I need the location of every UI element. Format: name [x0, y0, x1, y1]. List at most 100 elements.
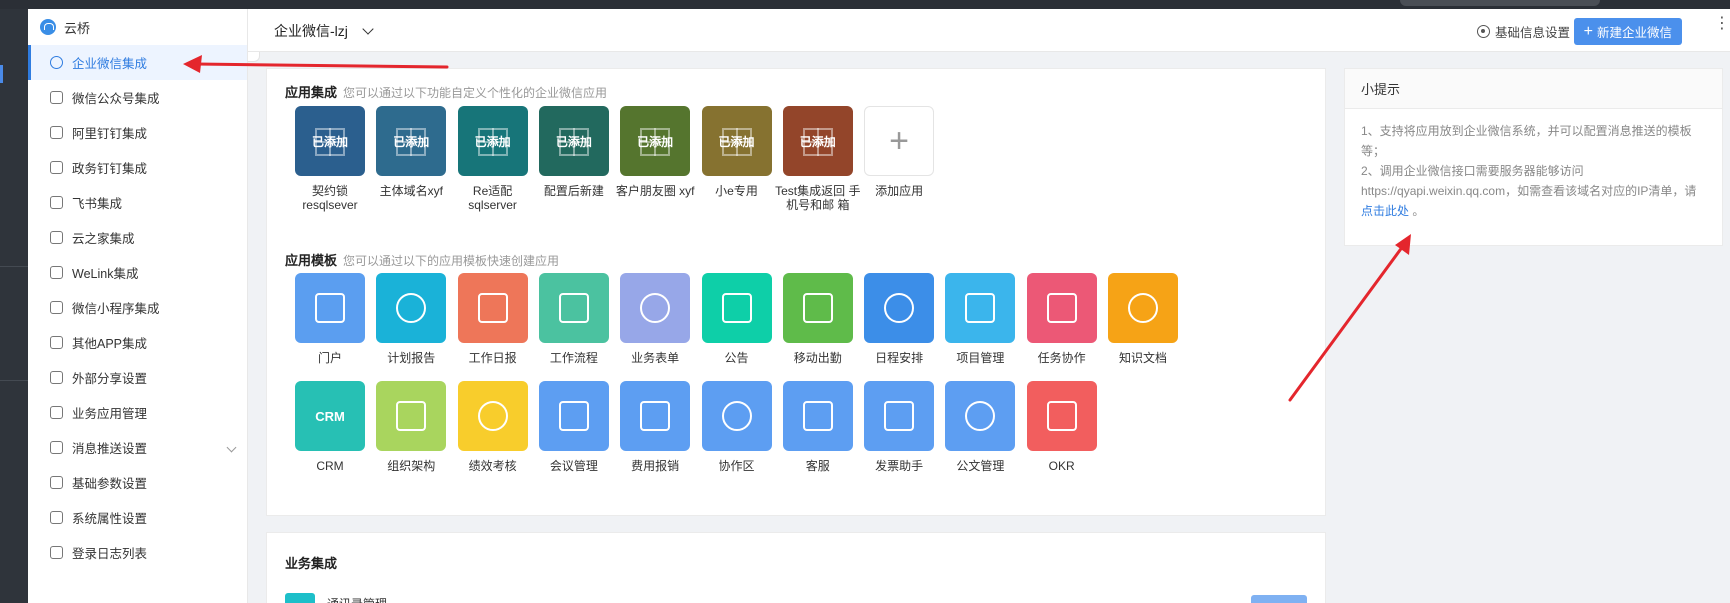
app-label: Test集成返回 手机号和邮 箱	[775, 184, 861, 212]
template-tile[interactable]	[538, 273, 609, 343]
top-strip-bump	[1400, 0, 1600, 6]
menu-item-icon	[50, 196, 63, 209]
tenant-selector[interactable]: 企业微信-lzj	[274, 21, 374, 41]
chevron-down-icon	[226, 442, 237, 453]
template-tile[interactable]	[376, 381, 447, 451]
template-tile[interactable]	[701, 381, 772, 451]
template-app[interactable]: 会议管理	[529, 381, 619, 473]
template-icon	[721, 293, 752, 323]
template-tile[interactable]	[1026, 381, 1097, 451]
template-app[interactable]: 任务协作	[1017, 273, 1107, 365]
template-tile[interactable]	[864, 381, 935, 451]
click-here-link[interactable]: 点击此处	[1361, 204, 1409, 218]
more-vertical-icon[interactable]: ⋮	[1714, 16, 1730, 32]
sidebar-item[interactable]: 其他APP集成	[28, 325, 247, 360]
template-app[interactable]: 组织架构	[366, 381, 456, 473]
integrated-app[interactable]: 已添加 客户朋友圈 xyf	[610, 106, 700, 198]
template-tile[interactable]	[1108, 273, 1178, 343]
template-tile[interactable]	[295, 273, 365, 343]
template-app[interactable]: 客服	[773, 381, 863, 473]
sidebar-item[interactable]: 政务钉钉集成	[28, 150, 247, 185]
template-tile[interactable]	[620, 381, 691, 451]
app-tile[interactable]: 已添加	[457, 106, 528, 176]
template-label: 组织架构	[387, 459, 436, 473]
contacts-management-row[interactable]: 通讯录管理	[285, 593, 387, 603]
sidebar-item[interactable]: 基础参数设置	[28, 465, 247, 500]
template-app[interactable]: 工作流程	[529, 273, 619, 365]
template-tile[interactable]	[945, 381, 1016, 451]
sidebar-item[interactable]: 云之家集成	[28, 220, 247, 255]
template-app[interactable]: 知识文档	[1098, 273, 1188, 365]
template-label: 费用报销	[631, 459, 680, 473]
add-app-item[interactable]: + 添加应用	[854, 106, 944, 198]
app-tile[interactable]: 已添加	[295, 106, 365, 176]
template-tile[interactable]: CRM	[295, 381, 365, 451]
integrated-app[interactable]: 已添加 Re适配 sqlserver	[448, 106, 538, 212]
template-tile[interactable]	[457, 273, 528, 343]
rail-active-mark	[0, 65, 3, 83]
template-app[interactable]: 绩效考核	[448, 381, 538, 473]
sidebar-item[interactable]: 微信小程序集成	[28, 290, 247, 325]
integrated-app[interactable]: 已添加 主体域名xyf	[366, 106, 456, 198]
template-app[interactable]: OKR	[1017, 381, 1107, 473]
integrated-app[interactable]: 已添加 契约锁 resqlsever	[285, 106, 375, 212]
contacts-icon	[285, 593, 315, 603]
template-app[interactable]: 日程安排	[854, 273, 944, 365]
sidebar-item[interactable]: 企业微信集成	[28, 45, 247, 80]
sidebar-item[interactable]: 系统属性设置	[28, 500, 247, 535]
template-label: 公文管理	[956, 459, 1005, 473]
template-tile[interactable]	[620, 273, 691, 343]
template-app[interactable]: 费用报销	[610, 381, 700, 473]
app-tile[interactable]: 已添加	[620, 106, 691, 176]
template-app[interactable]: 移动出勤	[773, 273, 863, 365]
template-app[interactable]: CRM CRM	[285, 381, 375, 473]
sidebar-item[interactable]: 阿里钉钉集成	[28, 115, 247, 150]
add-app-button[interactable]: +	[864, 106, 935, 176]
template-tile[interactable]	[701, 273, 772, 343]
app-tile[interactable]: 已添加	[782, 106, 853, 176]
menu-item-icon	[50, 511, 63, 524]
template-app[interactable]: 项目管理	[935, 273, 1025, 365]
contacts-action-button[interactable]	[1251, 595, 1307, 603]
sidebar-item[interactable]: 微信公众号集成	[28, 80, 247, 115]
template-app[interactable]: 发票助手	[854, 381, 944, 473]
sidebar-item-label: 云之家集成	[72, 232, 135, 246]
template-app[interactable]: 工作日报	[448, 273, 538, 365]
sidebar-item[interactable]: WeLink集成	[28, 255, 247, 290]
template-icon	[396, 401, 427, 431]
app-tile[interactable]: 已添加	[376, 106, 447, 176]
template-app[interactable]: 协作区	[692, 381, 782, 473]
template-tile[interactable]	[782, 381, 853, 451]
sidebar-item-label: 登录日志列表	[72, 547, 148, 561]
sidebar-item[interactable]: 业务应用管理	[28, 395, 247, 430]
brand[interactable]: 云桥	[28, 9, 247, 45]
template-tile[interactable]	[457, 381, 528, 451]
template-tile[interactable]	[782, 273, 853, 343]
new-wecom-button[interactable]: + 新建企业微信	[1573, 18, 1682, 45]
app-tile[interactable]: 已添加	[538, 106, 609, 176]
integrated-app[interactable]: 已添加 配置后新建	[529, 106, 619, 198]
sidebar-item[interactable]: 飞书集成	[28, 185, 247, 220]
template-app[interactable]: 公文管理	[935, 381, 1025, 473]
sidebar-item[interactable]: 登录日志列表	[28, 535, 247, 570]
template-tile[interactable]	[1026, 273, 1097, 343]
integrated-app[interactable]: 已添加 小e专用	[692, 106, 782, 198]
template-tile[interactable]	[945, 273, 1016, 343]
template-tile[interactable]	[376, 273, 447, 343]
template-app[interactable]: 门户	[285, 273, 375, 365]
template-tile[interactable]	[864, 273, 935, 343]
tip-line-2-text: 2、调用企业微信接口需要服务器能够访问 https://qyapi.weixin…	[1361, 164, 1697, 198]
template-app[interactable]: 计划报告	[366, 273, 456, 365]
sidebar-item[interactable]: 消息推送设置	[28, 430, 247, 465]
menu-item-icon	[50, 441, 63, 454]
app-tile[interactable]: 已添加	[701, 106, 772, 176]
template-label: 计划报告	[387, 351, 436, 365]
template-app[interactable]: 业务表单	[610, 273, 700, 365]
template-label: 日程安排	[875, 351, 924, 365]
template-app[interactable]: 公告	[692, 273, 782, 365]
sidebar-item[interactable]: 外部分享设置	[28, 360, 247, 395]
integrated-app[interactable]: 已添加 Test集成返回 手机号和邮 箱	[773, 106, 863, 212]
template-tile[interactable]	[538, 381, 609, 451]
menu-item-icon	[50, 546, 63, 559]
basic-info-settings-button[interactable]: 基础信息设置	[1476, 22, 1570, 41]
